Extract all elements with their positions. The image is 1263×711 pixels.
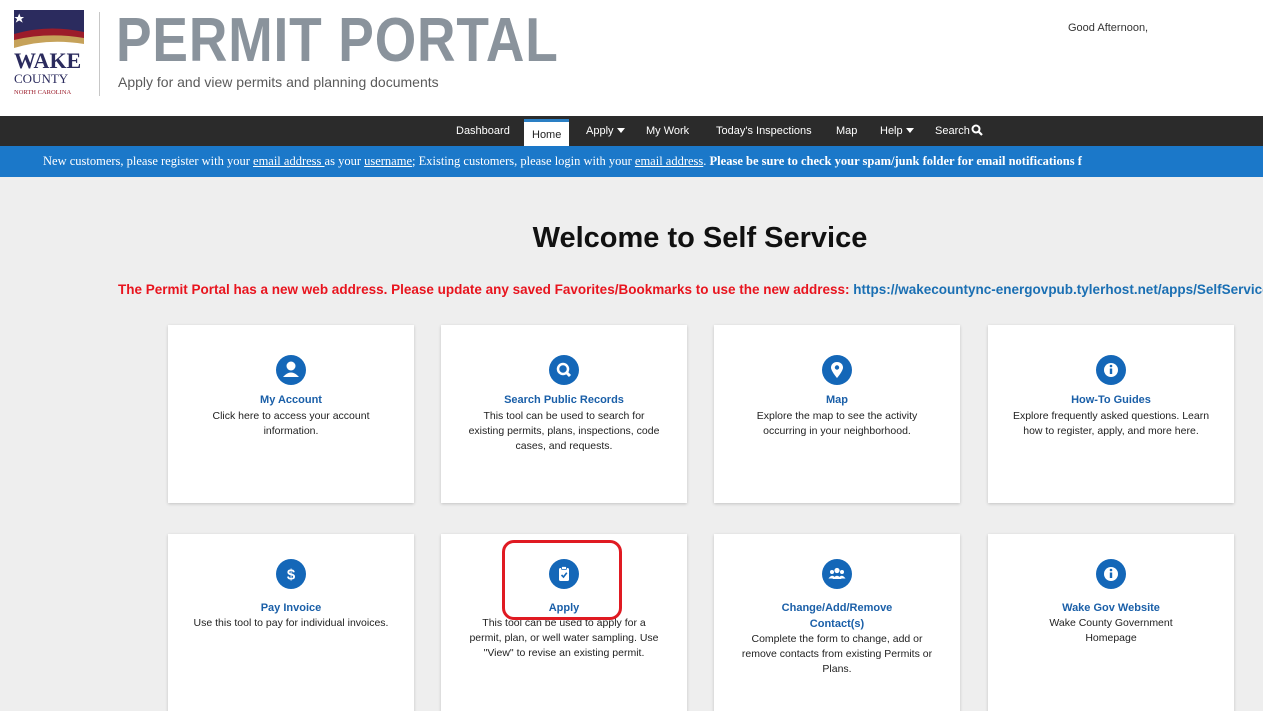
dollar-icon: $ xyxy=(276,559,306,589)
address-notice: The Permit Portal has a new web address.… xyxy=(118,282,1263,297)
caret-down-icon xyxy=(905,128,914,133)
header: WAKE COUNTY NORTH CAROLINA PERMIT PORTAL… xyxy=(0,0,1263,116)
banner-text-3: ; Existing customers, please login with … xyxy=(412,154,635,168)
card-title: Apply xyxy=(548,602,580,614)
card-description: Click here to access your account inform… xyxy=(212,410,370,437)
card-title: Change/Add/Remove Contact(s) xyxy=(781,602,893,630)
welcome-heading: Welcome to Self Service xyxy=(532,222,868,254)
nav-search-label: Search xyxy=(935,125,970,137)
users-icon xyxy=(822,559,852,589)
nav-search[interactable]: Search xyxy=(935,116,983,146)
main-nav: Dashboard Home Apply My Work Today's Ins… xyxy=(0,116,1263,146)
card-description: Explore the map to see the activity occu… xyxy=(756,410,918,437)
search-icon xyxy=(971,124,983,136)
notice-text: The Permit Portal has a new web address.… xyxy=(118,282,854,297)
nav-my-work[interactable]: My Work xyxy=(646,116,689,146)
nav-todays-inspections[interactable]: Today's Inspections xyxy=(716,116,812,146)
banner-text-1: New customers, please register with your xyxy=(43,154,254,168)
card-search-public-records[interactable]: Search Public Records This tool can be u… xyxy=(441,325,687,503)
map-pin-icon xyxy=(822,355,852,385)
clipboard-check-icon xyxy=(549,559,579,589)
search-icon xyxy=(549,355,579,385)
nav-help-label: Help xyxy=(880,125,903,137)
nav-help[interactable]: Help xyxy=(880,116,914,146)
card-how-to-guides[interactable]: How-To Guides Explore frequently asked q… xyxy=(988,325,1234,503)
new-address-link[interactable]: https://wakecountync-energovpub.tylerhos… xyxy=(853,282,1263,297)
info-banner: New customers, please register with your… xyxy=(0,146,1263,177)
card-title: Wake Gov Website xyxy=(1062,602,1160,614)
card-description: Complete the form to change, add or remo… xyxy=(741,633,933,675)
greeting-text: Good Afternoon, xyxy=(1068,22,1149,34)
user-icon xyxy=(276,355,306,385)
nav-apply-label: Apply xyxy=(586,125,614,137)
card-wake-gov-website[interactable]: Wake Gov Website Wake County Government … xyxy=(988,534,1234,711)
logo-divider xyxy=(99,12,100,96)
banner-username-link[interactable]: username xyxy=(364,154,412,168)
page: WAKE COUNTY NORTH CAROLINA PERMIT PORTAL… xyxy=(0,0,1263,711)
info-icon xyxy=(1096,559,1126,589)
card-title: How-To Guides xyxy=(1071,394,1151,406)
card-title: Map xyxy=(826,394,848,406)
card-description: Wake County Government Homepage xyxy=(1049,617,1173,644)
banner-email-link-2[interactable]: email address xyxy=(635,154,703,168)
card-change-contacts[interactable]: Change/Add/Remove Contact(s) Complete th… xyxy=(714,534,960,711)
card-my-account[interactable]: My Account Click here to access your acc… xyxy=(168,325,414,503)
card-description: This tool can be used to search for exis… xyxy=(468,410,660,452)
nav-map[interactable]: Map xyxy=(836,116,857,146)
banner-text-2: as your xyxy=(324,154,365,168)
nav-dashboard[interactable]: Dashboard xyxy=(456,116,510,146)
card-description: Use this tool to pay for individual invo… xyxy=(193,617,389,629)
svg-text:$: $ xyxy=(287,567,296,584)
card-apply[interactable]: Apply This tool can be used to apply for… xyxy=(441,534,687,711)
nav-apply[interactable]: Apply xyxy=(586,116,625,146)
svg-text:NORTH CAROLINA: NORTH CAROLINA xyxy=(14,89,72,96)
card-description: This tool can be used to apply for a per… xyxy=(469,617,659,659)
banner-spam-notice: Please be sure to check your spam/junk f… xyxy=(709,154,1082,168)
card-pay-invoice[interactable]: $ Pay Invoice Use this tool to pay for i… xyxy=(168,534,414,711)
portal-subtitle: Apply for and view permits and planning … xyxy=(118,74,439,90)
banner-email-link-1[interactable]: email address xyxy=(253,154,325,168)
svg-text:COUNTY: COUNTY xyxy=(14,71,69,86)
card-title: Search Public Records xyxy=(504,394,624,406)
portal-title: PERMIT PORTAL xyxy=(116,6,559,75)
card-map[interactable]: Map Explore the map to see the activity … xyxy=(714,325,960,503)
wake-county-logo[interactable]: WAKE COUNTY NORTH CAROLINA xyxy=(12,10,96,96)
svg-text:WAKE: WAKE xyxy=(14,48,81,73)
caret-down-icon xyxy=(616,128,625,133)
nav-home[interactable]: Home xyxy=(524,119,570,146)
info-icon xyxy=(1096,355,1126,385)
card-title: Pay Invoice xyxy=(260,602,322,614)
card-title: My Account xyxy=(260,394,322,406)
card-description: Explore frequently asked questions. Lear… xyxy=(1012,410,1210,437)
